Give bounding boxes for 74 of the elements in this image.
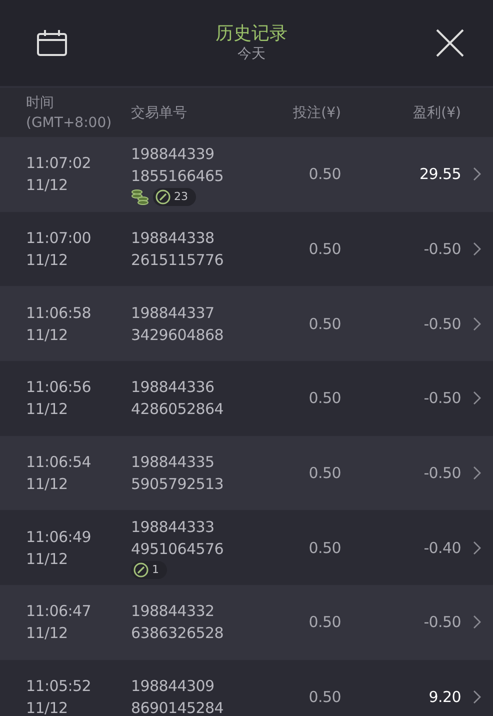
bet-amount: 0.50 — [308, 164, 341, 186]
order-reference: 3429604868 — [131, 324, 224, 346]
chevron-right-icon — [473, 167, 481, 182]
time-text: 11:05:52 — [26, 676, 91, 698]
bet-amount: 0.50 — [308, 388, 341, 410]
order-reference: 1855166465 — [131, 166, 224, 187]
order-number: 198844333 — [131, 517, 214, 538]
order-reference: 5905792513 — [131, 474, 224, 496]
order-number: 198844332 — [131, 601, 214, 622]
bet-amount: 0.50 — [308, 612, 341, 634]
time-text: 11:07:02 — [26, 153, 91, 174]
calendar-icon — [36, 29, 68, 57]
bet-amount: 0.50 — [308, 538, 341, 559]
chevron-right-icon — [473, 316, 481, 331]
close-button[interactable] — [435, 28, 465, 58]
order-reference: 2615115776 — [131, 250, 224, 272]
chevron-right-icon — [473, 690, 481, 704]
bet-amount: 0.50 — [308, 687, 341, 708]
time-text: 11:06:47 — [26, 601, 91, 622]
order-number: 198844339 — [131, 144, 214, 165]
profit-amount: 29.55 — [420, 164, 461, 186]
chevron-right-icon — [473, 615, 481, 630]
order-reference: 6386326528 — [131, 623, 224, 644]
order-number: 198844336 — [131, 377, 214, 398]
profit-amount: -0.50 — [424, 388, 461, 410]
bet-amount: 0.50 — [308, 239, 341, 260]
profit-amount: -0.50 — [424, 612, 461, 634]
bet-amount: 0.50 — [308, 463, 341, 484]
date-text: 11/12 — [26, 548, 68, 570]
date-text: 11/12 — [26, 250, 68, 272]
bet-amount: 0.50 — [308, 314, 341, 335]
page-title: 历史记录 — [216, 23, 288, 45]
time-text: 11:06:54 — [26, 452, 91, 474]
order-reference: 4286052864 — [131, 399, 224, 420]
column-header: 盈利(¥) — [413, 104, 461, 122]
time-text: 11:06:56 — [26, 377, 91, 398]
chevron-right-icon — [473, 242, 481, 256]
chevron-right-icon — [473, 466, 481, 480]
history-row[interactable]: 11:06:58 11/12 198844337 3429604868 0.50 -0.50 — [0, 286, 493, 362]
column-header: 投注(¥) — [293, 104, 341, 122]
link-count-badge: 23 — [153, 188, 196, 206]
chevron-right-icon — [473, 391, 481, 406]
date-text: 11/12 — [26, 623, 68, 644]
history-row[interactable]: 11:06:54 11/12 198844335 5905792513 0.50 -0.50 — [0, 436, 493, 510]
order-number: 198844337 — [131, 302, 214, 324]
history-row[interactable]: 11:07:02 11/12 198844339 1855166465 23 0.50 29.55 — [0, 137, 493, 212]
column-header: 交易单号 — [131, 104, 188, 122]
chevron-right-icon — [473, 540, 481, 555]
history-row[interactable]: 11:06:47 11/12 198844332 6386326528 0.50 -0.50 — [0, 585, 493, 660]
date-filter-label: 今天 — [238, 45, 266, 63]
date-text: 11/12 — [26, 698, 68, 716]
column-header: (GMT+8:00) — [26, 114, 112, 132]
time-text: 11:06:58 — [26, 302, 91, 324]
profit-amount: -0.50 — [424, 463, 461, 484]
column-header: 时间 — [26, 94, 54, 112]
calendar-button[interactable] — [36, 29, 68, 57]
order-number: 198844335 — [131, 452, 214, 474]
date-text: 11/12 — [26, 324, 68, 346]
link-count-badge: 1 — [131, 561, 167, 580]
profit-amount: -0.50 — [424, 239, 461, 260]
date-text: 11/12 — [26, 175, 68, 196]
date-text: 11/12 — [26, 399, 68, 420]
profit-amount: -0.40 — [424, 538, 461, 559]
order-reference: 8690145284 — [131, 698, 224, 716]
profit-amount: -0.50 — [424, 314, 461, 335]
order-reference: 4951064576 — [131, 539, 224, 560]
time-text: 11:07:00 — [26, 228, 91, 250]
time-text: 11:06:49 — [26, 526, 91, 548]
date-text: 11/12 — [26, 474, 68, 496]
order-number: 198844309 — [131, 676, 214, 698]
profit-amount: 9.20 — [428, 687, 461, 708]
order-number: 198844338 — [131, 228, 214, 250]
history-row[interactable]: 11:07:00 11/12 198844338 2615115776 0.50 -0.50 — [0, 212, 493, 286]
close-icon — [435, 28, 465, 58]
